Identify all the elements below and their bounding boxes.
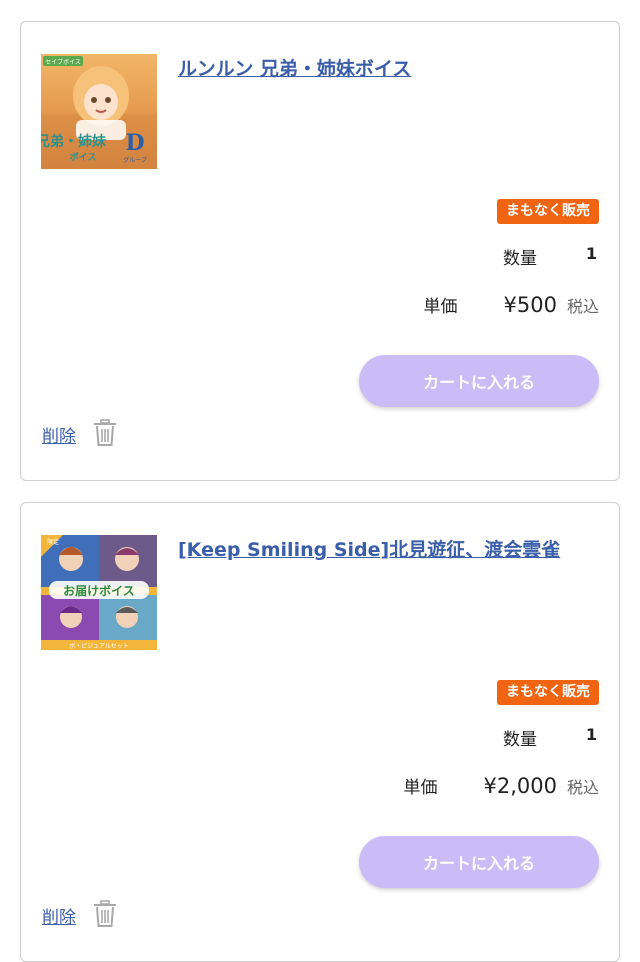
product-image: セイブボイス 兄弟・姉妹 ボイス D グループ <box>41 54 157 169</box>
unit-price-label: 単価 <box>403 778 438 798</box>
price-row: 単価 ¥2,000 税込 <box>404 773 600 803</box>
quantity-value: 1 <box>585 244 597 263</box>
product-thumbnail[interactable]: お届けボイス ボ・ビジュアルセット 限定 <box>41 535 157 650</box>
trash-icon[interactable] <box>92 900 118 928</box>
add-to-cart-button[interactable]: カートに入れる <box>359 355 599 407</box>
quantity-value: 1 <box>585 725 597 744</box>
product-title-link[interactable]: [Keep Smiling Side]北見遊征、渡会雲雀 <box>178 537 598 563</box>
svg-text:ボ・ビジュアルセット: ボ・ビジュアルセット <box>69 642 128 650</box>
quantity-label: 数量 <box>503 730 537 750</box>
tax-included-label: 税込 <box>566 297 599 316</box>
quantity-label: 数量 <box>503 249 537 269</box>
unit-price-label: 単価 <box>423 297 458 317</box>
svg-text:セイブボイス: セイブボイス <box>45 58 81 66</box>
svg-text:兄弟・姉妹: 兄弟・姉妹 <box>41 133 107 150</box>
svg-text:グループ: グループ <box>123 156 147 164</box>
delete-link[interactable]: 削除 <box>42 422 76 447</box>
delete-link[interactable]: 削除 <box>42 903 76 928</box>
product-image: お届けボイス ボ・ビジュアルセット 限定 <box>41 535 157 650</box>
svg-text:D: D <box>125 130 144 156</box>
cart-item-card: お届けボイス ボ・ビジュアルセット 限定 [Keep Smiling Side]… <box>20 502 620 962</box>
svg-text:ボイス: ボイス <box>70 151 97 163</box>
status-badge: まもなく販売 <box>497 199 599 224</box>
add-to-cart-button[interactable]: カートに入れる <box>359 836 599 888</box>
tax-included-label: 税込 <box>566 778 599 797</box>
unit-price-value: ¥2,000 <box>483 774 557 798</box>
product-title-link[interactable]: ルンルン 兄弟・姉妹ボイス <box>178 56 598 82</box>
svg-text:お届けボイス: お届けボイス <box>63 583 135 598</box>
product-thumbnail[interactable]: セイブボイス 兄弟・姉妹 ボイス D グループ <box>41 54 157 169</box>
price-row: 単価 ¥500 税込 <box>424 292 599 322</box>
cart-item-card: セイブボイス 兄弟・姉妹 ボイス D グループ ルンルン 兄弟・姉妹ボイス まも… <box>20 21 620 481</box>
trash-icon[interactable] <box>92 419 118 447</box>
status-badge: まもなく販売 <box>497 680 599 705</box>
unit-price-value: ¥500 <box>503 293 557 317</box>
svg-text:限定: 限定 <box>47 538 59 546</box>
